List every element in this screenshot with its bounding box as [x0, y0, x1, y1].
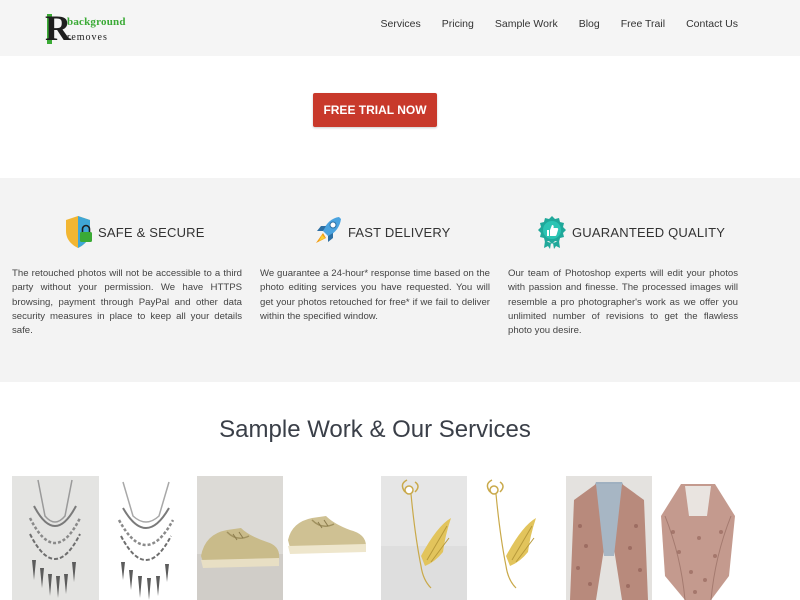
thumbs-up-badge-icon [536, 214, 568, 250]
main-nav: Services Pricing Sample Work Blog Free T… [360, 18, 739, 30]
sample-shawl-after[interactable] [655, 476, 741, 600]
free-trial-button[interactable]: FREE TRIAL NOW [313, 93, 437, 127]
nav-pricing[interactable]: Pricing [442, 18, 474, 30]
feature-title: SAFE & SECURE [98, 224, 205, 240]
sample-necklace-after[interactable] [103, 476, 190, 600]
sample-necklace-before[interactable] [12, 476, 99, 600]
features-section: SAFE & SECURE The retouched photos will … [0, 178, 800, 382]
feature-heading: SAFE & SECURE [64, 214, 205, 250]
site-header: R background removes Services Pricing Sa… [0, 0, 800, 56]
feature-title: FAST DELIVERY [348, 224, 451, 240]
feature-heading: GUARANTEED QUALITY [536, 214, 725, 250]
feature-text: Our team of Photoshop experts will edit … [508, 268, 738, 337]
feature-title: GUARANTEED QUALITY [572, 224, 726, 240]
nav-free-trail[interactable]: Free Trail [621, 18, 665, 30]
rocket-icon [312, 214, 344, 250]
sample-earring-after[interactable] [470, 476, 556, 600]
shield-lock-icon [64, 214, 94, 250]
brand-logo[interactable]: R background removes [45, 8, 125, 48]
logo-word-background: background [67, 16, 126, 28]
sample-shoes-after[interactable] [286, 476, 372, 600]
sample-shawl-before[interactable] [566, 476, 652, 600]
sample-shoes-before[interactable] [197, 476, 283, 600]
nav-contact-us[interactable]: Contact Us [686, 18, 738, 30]
logo-word-removes: removes [67, 32, 108, 43]
feature-heading: FAST DELIVERY [312, 214, 451, 250]
feature-text: We guarantee a 24-hour* response time ba… [260, 268, 490, 322]
samples-title: Sample Work & Our Services [219, 416, 531, 443]
nav-sample-work[interactable]: Sample Work [495, 18, 558, 30]
nav-blog[interactable]: Blog [579, 18, 600, 30]
sample-earring-before[interactable] [381, 476, 467, 600]
feature-text: The retouched photos will not be accessi… [12, 268, 242, 337]
nav-services[interactable]: Services [381, 18, 421, 30]
